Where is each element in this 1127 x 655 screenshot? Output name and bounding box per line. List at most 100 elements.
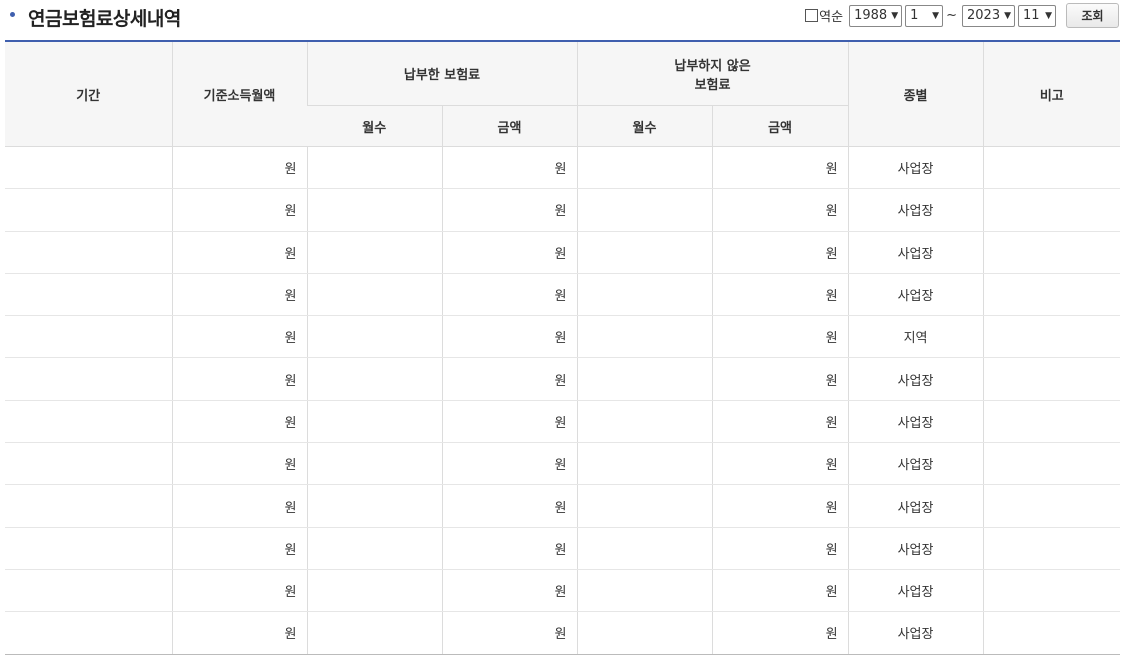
note-cell (982, 188, 1121, 232)
end-month-value: 11 (1023, 8, 1040, 23)
unpaid-amount-cell: 원 (711, 273, 849, 317)
paid-months-cell (306, 273, 442, 317)
note-cell (982, 357, 1121, 401)
paid-amount-cell: 원 (441, 315, 578, 359)
unpaid-amount-cell: 원 (711, 442, 849, 486)
type-cell: 사업장 (847, 357, 984, 401)
type-cell: 사업장 (847, 527, 984, 570)
bullet-icon (10, 12, 15, 17)
table-row: 원 원 원 지역 (5, 315, 1121, 359)
end-month-select[interactable]: 11 ▼ (1018, 4, 1056, 27)
unpaid-amount-cell: 원 (711, 569, 849, 613)
unpaid-months-cell (576, 442, 713, 486)
paid-months-cell (306, 484, 442, 528)
paid-amount-cell: 원 (441, 188, 578, 232)
paid-months-cell (306, 442, 442, 486)
start-year-select[interactable]: 1988 ▼ (849, 4, 903, 27)
unpaid-months-cell (576, 188, 713, 232)
period-cell (5, 400, 172, 444)
header-unpaid: 납부하지 않은 보험료 (576, 40, 849, 106)
unpaid-amount-cell: 원 (711, 188, 849, 232)
header-paid-months: 월수 (307, 105, 442, 147)
unpaid-amount-cell: 원 (711, 400, 849, 444)
reverse-order-checkbox[interactable] (805, 9, 819, 22)
paid-months-cell (306, 146, 442, 190)
income-cell: 원 (171, 527, 307, 570)
note-cell (982, 442, 1121, 486)
paid-months-cell (306, 231, 442, 274)
paid-amount-cell: 원 (441, 400, 578, 444)
note-cell (982, 315, 1121, 359)
search-button[interactable]: 조회 (1066, 3, 1119, 28)
type-cell: 사업장 (847, 188, 984, 232)
note-cell (982, 231, 1121, 274)
table-row: 원 원 원 사업장 (5, 273, 1121, 317)
income-cell: 원 (171, 400, 307, 444)
chevron-down-icon: ▼ (891, 10, 899, 21)
end-year-select[interactable]: 2023 ▼ (962, 4, 1015, 27)
paid-months-cell (306, 611, 442, 655)
period-cell (5, 357, 172, 401)
income-cell: 원 (171, 442, 307, 486)
period-cell (5, 484, 172, 528)
unpaid-months-cell (576, 231, 713, 274)
type-cell: 사업장 (847, 484, 984, 528)
unpaid-amount-cell: 원 (711, 315, 849, 359)
table-body: 원 원 원 사업장 원 원 원 사업장 원 원 원 사업장 원 원 원 사업장 원 원 원 지역 원 원 원 사업장 원 원 원 사업… (5, 146, 1121, 655)
paid-amount-cell: 원 (441, 442, 578, 486)
reverse-order-label[interactable]: 역순 (819, 6, 843, 25)
table-row: 원 원 원 사업장 (5, 527, 1121, 570)
type-cell: 사업장 (847, 146, 984, 190)
header-period: 기간 (5, 40, 172, 147)
unpaid-months-cell (576, 146, 713, 190)
page-header: 연금보험료상세내역 역순 1988 ▼ 1 ▼ ~ 2023 ▼ 11 ▼ 조회 (0, 0, 1127, 40)
header-type: 종별 (847, 40, 984, 147)
period-cell (5, 273, 172, 317)
header-unpaid-months: 월수 (576, 105, 713, 147)
start-month-select[interactable]: 1 ▼ (905, 4, 944, 27)
title-wrap: 연금보험료상세내역 (10, 4, 181, 31)
range-separator: ~ (946, 8, 957, 23)
unpaid-amount-cell: 원 (711, 484, 849, 528)
note-cell (982, 400, 1121, 444)
type-cell: 사업장 (847, 400, 984, 444)
income-cell: 원 (171, 484, 307, 528)
paid-months-cell (306, 569, 442, 613)
header-unpaid-amount: 금액 (711, 105, 849, 147)
unpaid-months-cell (576, 315, 713, 359)
income-cell: 원 (171, 357, 307, 401)
note-cell (982, 273, 1121, 317)
period-cell (5, 611, 172, 655)
paid-amount-cell: 원 (441, 146, 578, 190)
type-cell: 지역 (847, 315, 984, 359)
unpaid-months-cell (576, 611, 713, 655)
table-row: 원 원 원 사업장 (5, 357, 1121, 401)
end-year-value: 2023 (967, 8, 1001, 23)
paid-months-cell (306, 188, 442, 232)
unpaid-amount-cell: 원 (711, 527, 849, 570)
type-cell: 사업장 (847, 273, 984, 317)
type-cell: 사업장 (847, 442, 984, 486)
page-title: 연금보험료상세내역 (28, 8, 181, 30)
unpaid-months-cell (576, 273, 713, 317)
paid-amount-cell: 원 (441, 273, 578, 317)
type-cell: 사업장 (847, 611, 984, 655)
income-cell: 원 (171, 315, 307, 359)
table-row: 원 원 원 사업장 (5, 484, 1121, 528)
income-cell: 원 (171, 188, 307, 232)
table-row: 원 원 원 사업장 (5, 611, 1121, 655)
income-cell: 원 (171, 611, 307, 655)
paid-amount-cell: 원 (441, 569, 578, 613)
paid-months-cell (306, 315, 442, 359)
header-base-income: 기준소득월액 (171, 40, 307, 147)
unpaid-amount-cell: 원 (711, 357, 849, 401)
unpaid-months-cell (576, 484, 713, 528)
unpaid-months-cell (576, 357, 713, 401)
header-paid: 납부한 보험료 (306, 40, 578, 106)
table-row: 원 원 원 사업장 (5, 400, 1121, 444)
period-cell (5, 231, 172, 274)
start-year-value: 1988 (854, 8, 888, 23)
income-cell: 원 (171, 231, 307, 274)
table-row: 원 원 원 사업장 (5, 442, 1121, 486)
period-cell (5, 569, 172, 613)
